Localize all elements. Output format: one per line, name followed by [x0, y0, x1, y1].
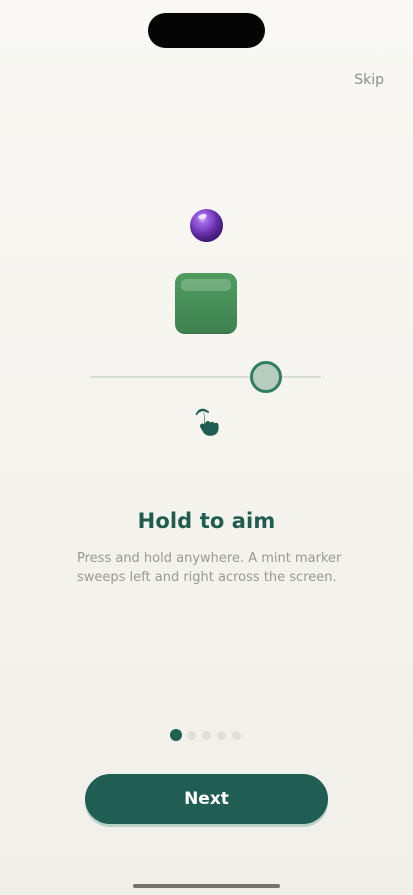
onboarding-screen: Skip Hold to aim Press and hold anywhere… [0, 0, 413, 895]
page-dot-active [170, 729, 182, 741]
ball-icon [190, 209, 223, 242]
page-indicator [170, 729, 250, 743]
target-block-icon [175, 273, 237, 334]
next-button[interactable]: Next [85, 774, 328, 824]
aim-track [90, 376, 321, 378]
page-dot [232, 731, 241, 740]
hand-tap-icon [190, 404, 223, 437]
page-description: Press and hold anywhere. A mint marker s… [77, 551, 342, 585]
aim-marker[interactable] [249, 361, 282, 393]
dynamic-island [148, 13, 265, 48]
page-dot [217, 731, 226, 740]
page-dot [187, 731, 196, 740]
home-indicator [133, 884, 280, 888]
skip-button[interactable]: Skip [354, 72, 384, 88]
page-dot [202, 731, 211, 740]
page-title: Hold to aim [137, 509, 276, 533]
